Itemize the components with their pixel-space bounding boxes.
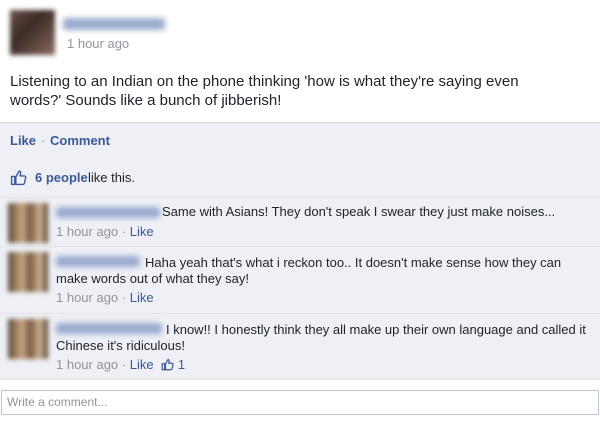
comment-like-link[interactable]: Like xyxy=(130,290,154,305)
comment-like-link[interactable]: Like xyxy=(130,224,154,239)
comment-item: I know!! I honestly think they all make … xyxy=(0,314,600,380)
meta-separator: · xyxy=(121,357,130,372)
post-text: Listening to an Indian on the phone thin… xyxy=(10,73,519,109)
comment-timestamp[interactable]: 1 hour ago xyxy=(56,290,118,305)
comment-item: Same with Asians! They don't speak I swe… xyxy=(0,198,600,247)
meta-separator: · xyxy=(121,224,130,239)
comment-text: I know!! I honestly think they all make … xyxy=(56,322,586,353)
comment-meta: 1 hour ago · Like 1 xyxy=(56,357,185,372)
comment-meta: 1 hour ago · Like xyxy=(56,224,154,239)
action-separator: · xyxy=(41,133,46,148)
likes-count-link[interactable]: 6 people xyxy=(35,170,88,185)
comment-text: Same with Asians! They don't speak I swe… xyxy=(162,204,556,219)
comment-item: Haha yeah that's what i reckon too.. It … xyxy=(0,247,600,314)
commenter-avatar[interactable] xyxy=(8,252,48,292)
meta-separator: · xyxy=(121,290,130,305)
comment-text: Haha yeah that's what i reckon too.. It … xyxy=(56,255,562,286)
post-author-name-redacted[interactable] xyxy=(63,18,165,30)
post-timestamp[interactable]: 1 hour ago xyxy=(67,36,129,51)
thumbs-up-icon xyxy=(10,170,27,186)
likes-summary: 6 people like this. xyxy=(0,158,600,198)
comment-like-link[interactable]: Like xyxy=(130,357,154,372)
post-action-bar: Like · Comment xyxy=(0,122,600,159)
write-comment-box[interactable] xyxy=(1,390,599,415)
comment-timestamp[interactable]: 1 hour ago xyxy=(56,224,118,239)
commenter-avatar[interactable] xyxy=(8,203,48,243)
commenter-avatar[interactable] xyxy=(8,319,48,359)
comment-link[interactable]: Comment xyxy=(50,133,110,148)
like-link[interactable]: Like xyxy=(10,133,36,148)
write-comment-input[interactable] xyxy=(2,391,597,412)
comment-meta: 1 hour ago · Like xyxy=(56,290,154,305)
thumbs-up-icon[interactable] xyxy=(161,358,174,371)
comment-timestamp[interactable]: 1 hour ago xyxy=(56,357,118,372)
post-author-avatar[interactable] xyxy=(10,10,55,55)
comment-like-count[interactable]: 1 xyxy=(178,357,185,372)
likes-suffix-text: like this. xyxy=(88,170,135,185)
